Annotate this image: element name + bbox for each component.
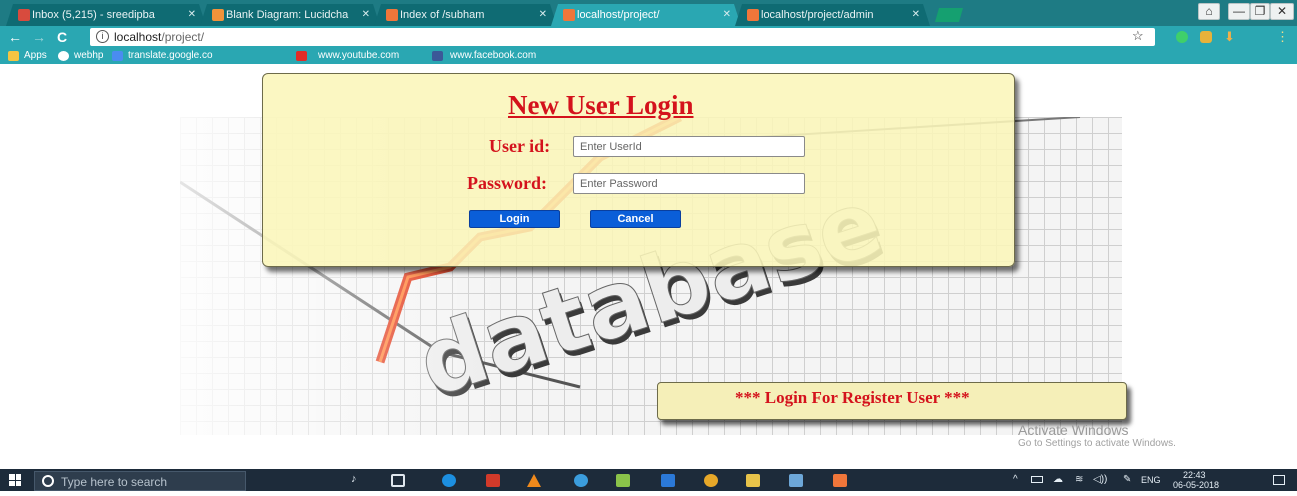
activate-windows-subtitle: Go to Settings to activate Windows. [1018,438,1176,449]
profile-icon[interactable]: ⌂ [1198,3,1220,20]
download-icon[interactable]: ⬇ [1224,28,1235,46]
bookmark-youtube[interactable]: www.youtube.com [318,48,399,64]
chevron-up-icon[interactable]: ^ [1013,469,1018,491]
app-icon[interactable] [789,474,803,487]
xampp-icon[interactable] [833,474,847,487]
menu-icon[interactable]: ⋮ [1276,28,1289,46]
wifi-icon[interactable]: ≋ [1075,469,1083,491]
cancel-button[interactable]: Cancel [590,210,681,228]
bookmark-webhp[interactable]: webhp [74,48,103,64]
tab-label: Index of /subham [400,9,485,21]
bookmark-apps[interactable]: Apps [24,48,47,64]
login-button[interactable]: Login [469,210,560,228]
close-icon[interactable]: ✕ [362,4,370,26]
close-icon[interactable]: ✕ [912,4,920,26]
clock-date[interactable]: 06-05-2018 [1173,474,1219,496]
app-icon[interactable] [574,474,588,487]
userid-label: User id: [489,136,551,156]
network-icon[interactable]: ☁ [1053,469,1063,491]
taskbar-search[interactable]: Type here to search [34,471,246,491]
task-view-icon[interactable] [391,474,405,487]
info-icon[interactable]: i [96,30,109,43]
pen-icon[interactable]: ✎ [1123,469,1131,491]
tab-label: localhost/project/ [577,9,660,21]
edge-icon[interactable] [442,474,456,487]
bookmark-translate[interactable]: translate.google.co [128,48,213,64]
tab-localhost-project[interactable]: localhost/project/ ✕ [551,4,741,26]
tab-index-subham[interactable]: Index of /subham ✕ [374,4,557,26]
google-icon [58,51,69,61]
tab-lucidchart[interactable]: Blank Diagram: Lucidcha ✕ [200,4,380,26]
xampp-icon [563,9,575,21]
cortana-icon [42,475,54,487]
url-path: /project/ [161,30,205,44]
address-bar[interactable]: i localhost/project/ ☆ [90,28,1155,46]
close-window-button[interactable]: ✕ [1270,3,1294,20]
new-tab-button[interactable] [935,8,963,22]
password-label: Password: [467,173,547,193]
extension-icon[interactable] [1200,31,1212,43]
search-placeholder: Type here to search [61,475,168,489]
chrome-icon[interactable] [704,474,718,487]
youtube-icon [296,51,307,61]
restore-button[interactable]: ❐ [1250,3,1270,20]
close-icon[interactable]: ✕ [723,4,731,26]
apps-icon [8,51,19,61]
password-input[interactable] [573,173,805,194]
notifications-icon[interactable] [1273,475,1285,485]
language-indicator[interactable]: ENG [1141,469,1161,491]
userid-input[interactable] [573,136,805,157]
bookmark-facebook[interactable]: www.facebook.com [450,48,536,64]
forward-icon[interactable]: → [32,28,46,46]
lucidchart-icon [212,9,224,21]
login-title: New User Login [508,90,694,120]
acrobat-icon[interactable] [486,474,500,487]
tab-label: Inbox (5,215) - sreedipba [32,9,155,21]
tab-label: Blank Diagram: Lucidcha [226,9,349,21]
tab-localhost-admin[interactable]: localhost/project/admin ✕ [735,4,930,26]
url-host: localhost [114,30,162,44]
close-icon[interactable]: ✕ [188,4,196,26]
tab-inbox[interactable]: Inbox (5,215) - sreedipba ✕ [6,4,206,26]
reload-icon[interactable]: C [57,28,67,46]
gmail-icon [18,9,30,21]
minimize-button[interactable]: — [1228,3,1250,20]
close-icon[interactable]: ✕ [539,4,547,26]
file-explorer-icon[interactable] [746,474,760,487]
activate-windows-title: Activate Windows [1018,422,1129,438]
xampp-icon [747,9,759,21]
app-icon[interactable] [616,474,630,487]
back-icon[interactable]: ← [8,28,22,46]
facebook-icon [432,51,443,61]
tab-label: localhost/project/admin [761,9,874,21]
microphone-icon[interactable]: ♪ [351,473,357,485]
register-link[interactable]: *** Login For Register User *** [735,388,970,408]
star-icon[interactable]: ☆ [1132,28,1144,44]
translate-icon [112,51,123,61]
app-icon[interactable] [661,474,675,487]
xampp-icon [386,9,398,21]
volume-icon[interactable]: ◁)) [1093,469,1107,491]
windows-start-icon[interactable] [9,474,21,486]
battery-icon[interactable] [1031,476,1043,483]
extension-icon[interactable] [1176,31,1188,43]
